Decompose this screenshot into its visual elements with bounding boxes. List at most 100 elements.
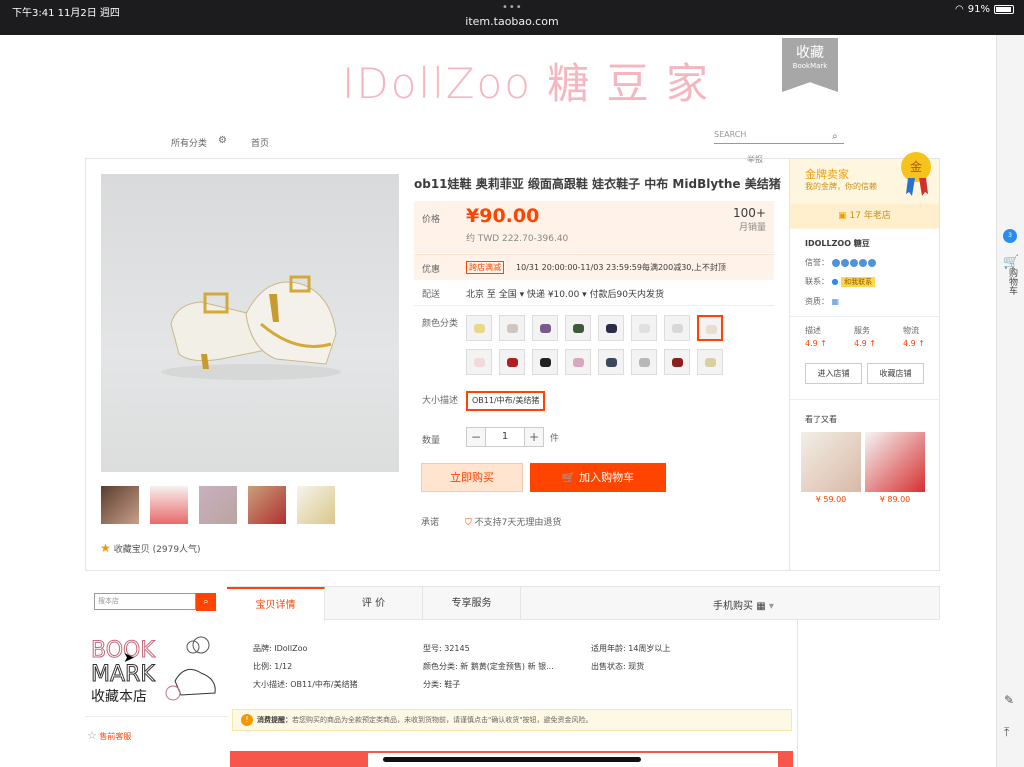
color-swatch[interactable]: [532, 315, 558, 341]
also-viewed-item[interactable]: [801, 432, 861, 492]
more-dots-icon[interactable]: •••: [502, 2, 523, 13]
gear-icon[interactable]: ⚙: [218, 135, 227, 146]
color-swatch[interactable]: [664, 349, 690, 375]
qty-input[interactable]: 1: [486, 427, 524, 447]
favorite-shop-button[interactable]: 收藏店铺: [867, 363, 924, 384]
thumbnail[interactable]: [101, 486, 139, 524]
qty-minus-button[interactable]: −: [466, 427, 486, 447]
qty-plus-button[interactable]: +: [524, 427, 544, 447]
tab-reviews[interactable]: 评 价: [325, 587, 423, 620]
back-to-top-icon[interactable]: ⤒: [1004, 725, 1009, 740]
cursor-arrow-icon: ➤: [123, 650, 135, 666]
color-swatch[interactable]: [466, 349, 492, 375]
thumbnail[interactable]: [150, 486, 188, 524]
thumbnail-strip: [101, 486, 335, 524]
address-bar[interactable]: item.taobao.com: [0, 15, 1024, 28]
color-swatch[interactable]: [565, 315, 591, 341]
right-toolbar: 3 🛒 购物车 ✎ ⤒: [996, 35, 1024, 767]
shop-search-input[interactable]: SEARCH: [714, 130, 844, 144]
home-indicator[interactable]: [383, 757, 641, 762]
product-title: ob11娃鞋 奥莉菲亚 缎面高跟鞋 娃衣鞋子 中布 MidBlythe 美结猪: [414, 177, 781, 191]
favorite-item-link[interactable]: ★ 收藏宝贝 (2979人气): [100, 541, 201, 555]
star-outline-icon: ☆: [87, 729, 97, 742]
warning-icon: !: [241, 714, 253, 726]
contact-seller-button[interactable]: 和我联系: [841, 277, 876, 287]
credit-label: 信誉：: [805, 258, 829, 267]
promise-value: ⛉ 不支持7天无理由退货: [465, 515, 561, 528]
color-swatch[interactable]: [499, 349, 525, 375]
attr-color: 颜色分类: 新 鹅黄(定金预售) 新 银...: [423, 662, 554, 671]
thumbnail[interactable]: [297, 486, 335, 524]
promotion-row: 优惠 跨店满减 10/31 20:00:00-11/03 23:59:59每满2…: [414, 254, 774, 280]
price-value: ¥90.00: [466, 205, 540, 227]
battery-icon: [994, 5, 1014, 14]
shop-banner-title: IDollZoo 糖 豆 家: [342, 59, 710, 108]
color-swatch[interactable]: [499, 315, 525, 341]
add-cart-label: 加入购物车: [579, 471, 635, 484]
nav-home[interactable]: 首页: [251, 136, 269, 149]
store-search-input[interactable]: 搜本店: [94, 593, 196, 610]
color-swatch[interactable]: [532, 349, 558, 375]
notification-badge[interactable]: 3: [1003, 229, 1017, 243]
attr-model: 型号: 32145: [423, 644, 470, 653]
bookmark-en: BookMark: [792, 62, 828, 70]
rating-service-value: 4.9 ↑: [854, 339, 876, 348]
search-icon[interactable]: ⌕: [196, 593, 216, 611]
id-card-icon[interactable]: ▦: [832, 297, 840, 306]
edit-icon[interactable]: ✎: [1004, 693, 1014, 707]
ship-label: 配送: [422, 290, 441, 300]
shop-name[interactable]: IDOLLZOO 糖豆: [805, 238, 870, 249]
color-swatches: [466, 315, 746, 375]
attr-brand: 品牌: IDollZoo: [253, 644, 308, 653]
color-swatch[interactable]: [631, 349, 657, 375]
credit-row: 信誉：: [805, 257, 877, 268]
bookmark-badge[interactable]: 收藏 BookMark: [782, 38, 838, 92]
divider: [414, 305, 774, 306]
color-swatch[interactable]: [664, 315, 690, 341]
also-viewed-price: ¥ 89.00: [879, 495, 911, 504]
rating-desc-label: 描述: [805, 326, 821, 335]
main-product-image[interactable]: [101, 174, 399, 472]
sales-label: 月销量: [738, 223, 766, 233]
promo-text: 10/31 20:00:00-11/03 23:59:59每满200减30,上不…: [516, 263, 726, 272]
chat-icon: ●: [831, 277, 839, 286]
mobile-buy-button[interactable]: 手机购买 ▦ ▾: [713, 597, 774, 612]
divider: [85, 716, 228, 717]
battery-percent: 91%: [967, 4, 990, 15]
thumbnail[interactable]: [199, 486, 237, 524]
bookmark-cn: 收藏: [796, 45, 824, 61]
shop-age-badge: ▣ 17 年老店: [790, 204, 939, 228]
rating-logistics-value: 4.9 ↑: [903, 339, 925, 348]
bookmark-artwork: BOOK MARK 收藏本店: [91, 636, 216, 705]
rail-cart-button[interactable]: 🛒 购物车: [1003, 256, 1019, 295]
attr-size: 大小描述: OB11/中布/美结猪: [253, 680, 358, 689]
gold-seller-title: 金牌卖家: [805, 168, 849, 181]
ship-value[interactable]: 北京 至 全国 ▾ 快递 ¥10.00 ▾ 付款后90天内发货: [466, 287, 664, 300]
tab-service[interactable]: 专享服务: [423, 587, 521, 620]
color-swatch[interactable]: [631, 315, 657, 341]
size-option-selected[interactable]: OB11/中布/美结猪: [466, 391, 546, 411]
price-twd: 约 TWD 222.70-396.40: [466, 234, 569, 244]
also-viewed-item[interactable]: [865, 432, 925, 492]
rating-logistics: 物流 4.9 ↑: [903, 325, 925, 348]
ribbon-icon: [906, 178, 928, 196]
rating-desc: 描述 4.9 ↑: [805, 325, 827, 348]
enter-shop-button[interactable]: 进入店铺: [805, 363, 862, 384]
add-to-cart-button[interactable]: 🛒 加入购物车: [530, 463, 666, 492]
search-icon[interactable]: ⌕: [832, 131, 838, 142]
color-swatch-selected[interactable]: [697, 315, 723, 341]
color-swatch[interactable]: [598, 349, 624, 375]
svg-text:收藏本店: 收藏本店: [91, 689, 147, 705]
buy-now-button[interactable]: 立即购买: [421, 463, 523, 492]
divider: [797, 620, 798, 767]
color-swatch[interactable]: [697, 349, 723, 375]
nav-all-categories[interactable]: 所有分类: [171, 136, 207, 149]
color-swatch[interactable]: [565, 349, 591, 375]
tab-detail[interactable]: 宝贝详情: [227, 587, 325, 621]
thumbnail[interactable]: [248, 486, 286, 524]
color-swatch[interactable]: [598, 315, 624, 341]
presale-service-link[interactable]: ☆ 售前客服: [87, 729, 131, 742]
color-swatch[interactable]: [466, 315, 492, 341]
also-viewed-title: 看了又看: [805, 415, 837, 424]
promo-tag[interactable]: 跨店满减: [466, 261, 504, 274]
